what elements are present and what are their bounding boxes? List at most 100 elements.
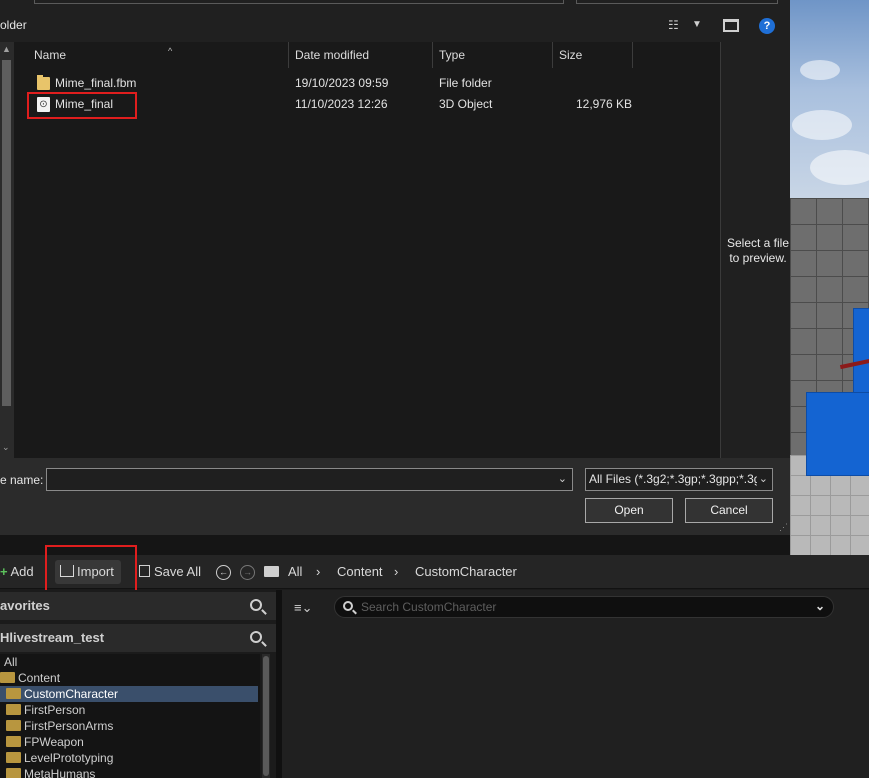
preview-pane: Select a file to preview.	[720, 42, 790, 458]
asset-view: ≡⌄ ⌄	[282, 590, 869, 778]
path-segment-all[interactable]: All	[288, 564, 302, 579]
dialog-bottom-bar: e name: ⌄ All Files (*.3g2;*.3gp;*.3gpp;…	[0, 458, 790, 535]
resize-grip-icon[interactable]: ⋰	[779, 522, 788, 533]
mime-final-highlight-box	[27, 92, 137, 119]
folder-icon	[6, 720, 21, 731]
favorites-label: avorites	[0, 598, 50, 613]
history-forward-icon[interactable]: →	[240, 563, 255, 580]
file-name-dropdown-icon[interactable]: ⌄	[558, 472, 567, 485]
column-label: Size	[559, 48, 583, 62]
save-all-button[interactable]: Save All	[139, 564, 201, 579]
scroll-down-icon[interactable]: ⌄	[2, 442, 10, 453]
file-name-input[interactable]: ⌄	[46, 468, 573, 491]
filter-icon[interactable]: ≡⌄	[294, 600, 312, 616]
folder-icon	[6, 688, 21, 699]
content-browser-sidebar: avorites Hlivestream_test All Content Cust…	[0, 590, 276, 778]
project-label: Hlivestream_test	[0, 630, 105, 645]
search-icon[interactable]	[250, 599, 262, 611]
dialog-search-box[interactable]	[576, 0, 778, 4]
tree-item-label: Content	[18, 671, 61, 685]
folder-tree: All Content CustomCharacter FirstPerson Firs…	[0, 654, 260, 778]
tree-item[interactable]: CustomCharacter	[0, 686, 258, 702]
save-all-label: Save All	[154, 564, 201, 579]
new-folder-label[interactable]: older	[0, 18, 27, 32]
tree-item[interactable]: FirstPerson	[0, 702, 258, 718]
file-type: File folder	[439, 76, 492, 90]
project-header[interactable]: Hlivestream_test	[0, 624, 276, 652]
import-highlight-box	[45, 545, 137, 595]
column-label: Date modified	[295, 48, 370, 62]
asset-search-input[interactable]	[361, 599, 801, 615]
tree-scrollbar[interactable]	[262, 654, 270, 778]
level-viewport[interactable]	[790, 0, 869, 555]
column-label: Name	[34, 48, 67, 62]
tree-item-label: FirstPerson	[24, 703, 86, 717]
view-options-chevron-icon[interactable]: ▼	[692, 19, 702, 30]
folder-icon	[6, 704, 21, 715]
file-type-filter-select[interactable]: All Files (*.3g2;*.3gp;*.3gpp;*.3g ⌄	[585, 468, 773, 491]
tree-item[interactable]: FirstPersonArms	[0, 718, 258, 734]
tree-item[interactable]: FPWeapon	[0, 734, 258, 750]
navigation-pane-scrollbar[interactable]: ▲ ⌄	[0, 42, 14, 458]
scroll-thumb[interactable]	[2, 60, 11, 406]
sort-ascending-icon: ^	[168, 46, 173, 56]
path-segment-content[interactable]: Content	[337, 564, 383, 579]
file-type: 3D Object	[439, 97, 493, 111]
viewport-sky	[790, 0, 869, 200]
dialog-top-bar: older ☷ ▼ ?	[0, 0, 790, 42]
folder-icon	[0, 672, 15, 683]
view-options-icon[interactable]: ☷	[668, 19, 684, 32]
help-icon[interactable]: ?	[759, 18, 775, 34]
tree-item[interactable]: Content	[0, 670, 258, 686]
tree-item-label: LevelPrototyping	[24, 751, 114, 765]
file-type-filter-value: All Files (*.3g2;*.3gp;*.3gpp;*.3g	[589, 472, 761, 486]
file-name-label: e name:	[0, 473, 44, 487]
tree-item[interactable]: LevelPrototyping	[0, 750, 258, 766]
add-button[interactable]: + Add	[0, 564, 34, 579]
column-header-size[interactable]: Size	[553, 42, 633, 68]
path-segment-customcharacter[interactable]: CustomCharacter	[415, 564, 517, 579]
search-icon	[343, 601, 353, 611]
content-browser: + Add Import Save All ← → All › Content …	[0, 545, 869, 778]
favorites-header[interactable]: avorites	[0, 592, 276, 620]
file-row-fbm-folder[interactable]: Mime_final.fbm 19/10/2023 09:59 File fol…	[14, 73, 720, 94]
add-label: Add	[10, 564, 34, 579]
column-label: Type	[439, 48, 466, 62]
column-header-name[interactable]: Name ^	[28, 42, 289, 68]
file-name: Mime_final.fbm	[55, 76, 137, 90]
tree-item-label: MetaHumans	[24, 767, 96, 778]
file-open-dialog: older ☷ ▼ ? ▲ ⌄ Name ^ Date modified Typ…	[0, 0, 790, 535]
preview-pane-icon[interactable]	[723, 19, 739, 32]
cancel-button[interactable]: Cancel	[685, 498, 773, 523]
address-bar[interactable]	[34, 0, 564, 4]
open-button[interactable]: Open	[585, 498, 673, 523]
tree-item-label: CustomCharacter	[24, 687, 119, 701]
tree-scroll-thumb[interactable]	[263, 656, 269, 776]
scroll-up-icon[interactable]: ▲	[2, 44, 11, 54]
asset-search-bar[interactable]: ⌄	[334, 596, 834, 618]
viewport-cube-upper	[853, 308, 869, 396]
file-date: 19/10/2023 09:59	[295, 76, 389, 90]
file-size: 12,976 KB	[576, 97, 633, 111]
file-list: Name ^ Date modified Type Size Mime_fina…	[14, 42, 720, 458]
path-separator-icon[interactable]: ›	[316, 564, 320, 579]
viewport-cube-lower	[806, 392, 869, 476]
path-separator-icon[interactable]: ›	[394, 564, 398, 579]
search-options-chevron-icon[interactable]: ⌄	[815, 599, 825, 613]
file-date: 11/10/2023 12:26	[295, 97, 388, 111]
search-icon[interactable]	[250, 631, 262, 643]
tree-item-label: FPWeapon	[24, 735, 84, 749]
folder-icon	[6, 736, 21, 747]
history-back-icon[interactable]: ←	[216, 563, 231, 580]
plus-icon: +	[0, 564, 8, 579]
tree-item[interactable]: MetaHumans	[0, 766, 258, 778]
preview-message: Select a file to preview.	[726, 236, 790, 265]
tree-item[interactable]: All	[0, 654, 258, 670]
screen: older ☷ ▼ ? ▲ ⌄ Name ^ Date modified Typ…	[0, 0, 869, 778]
file-type-dropdown-icon[interactable]: ⌄	[756, 469, 768, 490]
column-header-type[interactable]: Type	[433, 42, 553, 68]
column-header-date[interactable]: Date modified	[289, 42, 433, 68]
path-folder-icon[interactable]	[264, 564, 279, 579]
tree-item-label: All	[4, 655, 18, 669]
folder-icon	[6, 752, 21, 763]
